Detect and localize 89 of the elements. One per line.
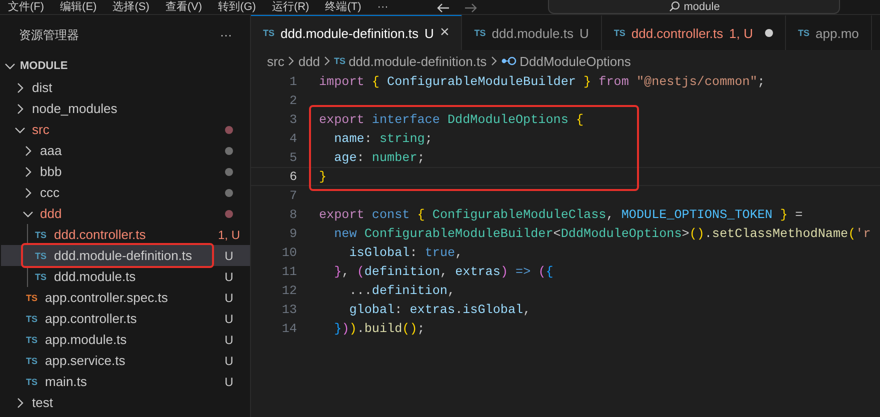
file-item[interactable]: TS app.controller.spec.ts U bbox=[0, 287, 250, 308]
back-arrow-icon[interactable] bbox=[436, 2, 450, 12]
code-line: name: string; bbox=[333, 132, 432, 146]
menu-item[interactable]: 编辑(E) bbox=[52, 1, 105, 14]
chevron-right-icon bbox=[286, 55, 296, 67]
line-number: 6 bbox=[288, 170, 298, 184]
typescript-icon: TS bbox=[26, 334, 45, 344]
git-status-label: U bbox=[224, 374, 234, 388]
file-item[interactable]: TS ddd.controller.ts 1, U bbox=[1, 224, 250, 245]
git-status-label: U bbox=[224, 270, 234, 284]
more-actions-button[interactable]: ··· bbox=[220, 28, 232, 42]
typescript-icon: TS bbox=[35, 250, 54, 260]
file-item[interactable]: TS app.module.ts U bbox=[0, 329, 250, 350]
file-item[interactable]: TS ddd.module-definition.ts U bbox=[1, 245, 250, 266]
git-status-label: U bbox=[224, 354, 234, 368]
folder-item[interactable]: src bbox=[0, 119, 250, 140]
breadcrumb-item[interactable]: src bbox=[267, 54, 284, 68]
line-number: 2 bbox=[288, 94, 298, 108]
code-line: isGlobal: true, bbox=[348, 246, 463, 260]
menu-item[interactable]: 查看(V) bbox=[157, 1, 210, 14]
typescript-icon: TS bbox=[798, 28, 810, 38]
code-line: import { ConfigurableModuleBuilder } from "@nestjs/common"; bbox=[319, 74, 765, 88]
git-status-label: U bbox=[224, 248, 234, 262]
git-status-label: U bbox=[224, 312, 234, 326]
breadcrumb-item[interactable]: ddd bbox=[298, 54, 320, 68]
file-item[interactable]: TS main.ts U bbox=[0, 371, 250, 392]
breadcrumb-item[interactable]: DddModuleOptions bbox=[500, 54, 631, 68]
line-number: 9 bbox=[288, 226, 298, 240]
file-item[interactable]: TS ddd.module.ts U bbox=[1, 266, 250, 287]
file-item[interactable]: TS app.service.ts U bbox=[0, 350, 250, 371]
code-line: new ConfigurableModuleBuilder<DddModuleOptions>().setClassMethodName('r bbox=[333, 226, 871, 240]
menu-item[interactable]: 文件(F) bbox=[0, 1, 52, 14]
menu-item[interactable]: 终端(T) bbox=[317, 1, 370, 14]
typescript-icon: TS bbox=[35, 230, 54, 240]
line-number: 13 bbox=[280, 302, 298, 316]
line-number: 4 bbox=[288, 132, 298, 146]
typescript-icon: TS bbox=[26, 314, 45, 324]
unsaved-dot-icon bbox=[765, 29, 773, 37]
menu-item[interactable]: 转到(G) bbox=[210, 1, 264, 14]
line-number: 11 bbox=[280, 264, 298, 278]
line-number: 3 bbox=[288, 112, 298, 126]
symbol-icon bbox=[500, 56, 517, 66]
folder-item[interactable]: bbb bbox=[0, 161, 250, 182]
menu-item[interactable]: 选择(S) bbox=[104, 1, 158, 14]
folder-item[interactable]: dist bbox=[0, 77, 250, 98]
explorer-title: 资源管理器 bbox=[19, 26, 79, 44]
close-icon[interactable]: × bbox=[440, 24, 450, 42]
typescript-icon: TS bbox=[26, 376, 45, 386]
code-line: ...definition, bbox=[348, 284, 456, 298]
line-number: 12 bbox=[280, 284, 298, 298]
code-line: } bbox=[319, 170, 327, 184]
line-number: 8 bbox=[288, 208, 298, 222]
file-item[interactable]: TS app.controller.ts U bbox=[0, 308, 250, 329]
typescript-icon: TS bbox=[614, 28, 626, 38]
code-line: global: extras.isGlobal, bbox=[348, 302, 531, 316]
breadcrumb-item[interactable]: TS ddd.module-definition.ts bbox=[334, 54, 487, 68]
folder-item[interactable]: test bbox=[0, 392, 250, 413]
code-line: }, (definition, extras) => ({ bbox=[333, 264, 554, 278]
code-line: age: number; bbox=[333, 150, 425, 164]
git-status-label: 1, U bbox=[216, 228, 241, 242]
git-status-label: U bbox=[224, 332, 234, 346]
typescript-icon: TS bbox=[334, 56, 346, 66]
folder-item[interactable]: ccc bbox=[0, 182, 250, 203]
chevron-right-icon bbox=[322, 55, 332, 67]
section-header[interactable]: MODULE bbox=[0, 55, 250, 77]
folder-item[interactable]: node_modules bbox=[0, 98, 250, 119]
code-line: export interface DddModuleOptions { bbox=[319, 112, 584, 126]
search-field[interactable]: module bbox=[548, 0, 840, 14]
line-number: 1 bbox=[288, 74, 298, 88]
folder-item[interactable]: aaa bbox=[0, 140, 250, 161]
line-number: 5 bbox=[288, 150, 298, 164]
forward-arrow-icon[interactable] bbox=[464, 2, 478, 12]
line-number: 14 bbox=[280, 322, 298, 336]
code-line: export const { ConfigurableModuleClass, MODULE_OPTIONS_TOKEN } = bbox=[319, 208, 803, 222]
typescript-icon: TS bbox=[26, 292, 45, 302]
search-icon bbox=[668, 1, 680, 12]
line-number: 7 bbox=[288, 188, 298, 202]
editor-tab[interactable]: TS ddd.module-definition.ts U × bbox=[251, 15, 462, 50]
code-line: })).build(); bbox=[333, 322, 425, 336]
typescript-icon: TS bbox=[263, 28, 275, 38]
typescript-icon: TS bbox=[26, 356, 45, 366]
line-number: 10 bbox=[280, 246, 298, 260]
folder-item[interactable]: ddd bbox=[0, 203, 250, 224]
menu-item[interactable]: ··· bbox=[369, 1, 396, 14]
git-status-label: U bbox=[224, 290, 234, 304]
chevron-right-icon bbox=[488, 55, 499, 67]
typescript-icon: TS bbox=[474, 28, 486, 38]
menu-item[interactable]: 运行(R) bbox=[264, 1, 318, 14]
typescript-icon: TS bbox=[35, 272, 54, 282]
